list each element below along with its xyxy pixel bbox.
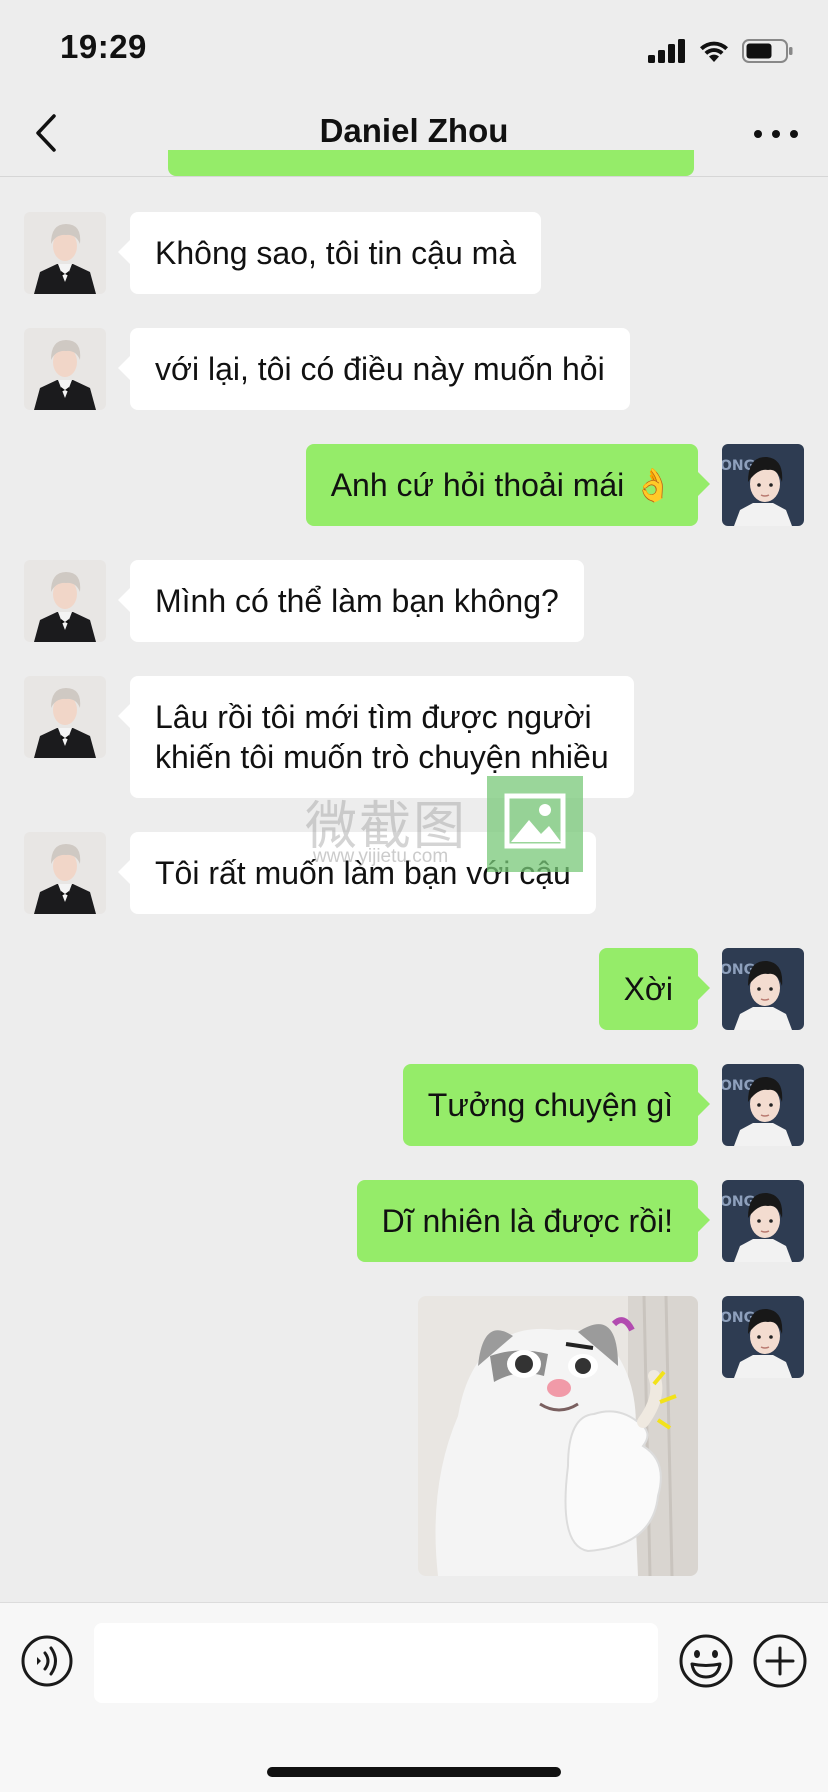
- message-text: khiến tôi muốn trò chuyện nhiều: [155, 739, 609, 775]
- message-text: Mình có thể làm bạn không?: [155, 583, 559, 619]
- contact-avatar[interactable]: [24, 560, 106, 642]
- received-message-bubble[interactable]: Tôi rất muốn làm bạn với cậu: [118, 832, 596, 914]
- home-indicator: [267, 1767, 561, 1777]
- input-bar: [0, 1602, 828, 1792]
- sent-message-bubble[interactable]: Anh cứ hỏi thoải mái 👌: [305, 444, 711, 526]
- received-message-bubble[interactable]: Mình có thể làm bạn không?: [118, 560, 584, 642]
- message-text: Tôi rất muốn làm bạn với cậu: [155, 855, 571, 891]
- contact-avatar[interactable]: [24, 212, 106, 294]
- cellular-signal-icon: [648, 39, 685, 63]
- message-text: Xời: [623, 971, 673, 1007]
- previous-message-bubble-edge: [168, 150, 694, 176]
- status-icons: [648, 36, 794, 66]
- voice-icon[interactable]: [20, 1634, 74, 1688]
- chat-screen: 19:29 Daniel Zhou Không sao, tôi tin cậu…: [0, 0, 828, 1792]
- message-text: với lại, tôi có điều này muốn hỏi: [155, 351, 605, 387]
- wifi-icon: [700, 41, 728, 62]
- status-time: 19:29: [60, 28, 147, 65]
- user-avatar[interactable]: ONG: [722, 1180, 804, 1262]
- message-text: Dĩ nhiên là được rồi!: [381, 1203, 673, 1239]
- message-text: Không sao, tôi tin cậu mà: [155, 235, 517, 271]
- sent-message-bubble[interactable]: Xời: [598, 948, 711, 1030]
- battery-icon: [742, 39, 793, 63]
- received-message-bubble[interactable]: với lại, tôi có điều này muốn hỏi: [118, 328, 630, 410]
- user-avatar[interactable]: ONG: [722, 444, 804, 526]
- message-text: Tưởng chuyện gì: [427, 1087, 673, 1123]
- contact-avatar[interactable]: [24, 832, 106, 914]
- cat-thumbs-up-sticker[interactable]: [418, 1296, 698, 1576]
- user-avatar[interactable]: ONG: [722, 1064, 804, 1146]
- user-avatar[interactable]: ONG: [722, 1296, 804, 1378]
- status-bar: 19:29: [0, 0, 828, 100]
- user-avatar[interactable]: ONG: [722, 948, 804, 1030]
- chat-title: Daniel Zhou: [319, 112, 509, 149]
- contact-avatar[interactable]: [24, 328, 106, 410]
- more-dots-icon[interactable]: [750, 114, 802, 154]
- contact-avatar[interactable]: [24, 676, 106, 758]
- message-text: Lâu rồi tôi mới tìm được người: [155, 699, 592, 735]
- message-text: Anh cứ hỏi thoải mái 👌: [330, 467, 673, 503]
- sent-message-bubble[interactable]: Dĩ nhiên là được rồi!: [356, 1180, 711, 1262]
- received-message-bubble[interactable]: Lâu rồi tôi mới tìm được người khiến tôi…: [118, 676, 634, 798]
- emoji-icon[interactable]: [678, 1633, 734, 1689]
- plus-icon[interactable]: [752, 1633, 808, 1689]
- received-message-bubble[interactable]: Không sao, tôi tin cậu mà: [117, 212, 542, 294]
- sent-message-bubble[interactable]: Tưởng chuyện gì: [402, 1064, 711, 1146]
- message-input[interactable]: [94, 1623, 658, 1703]
